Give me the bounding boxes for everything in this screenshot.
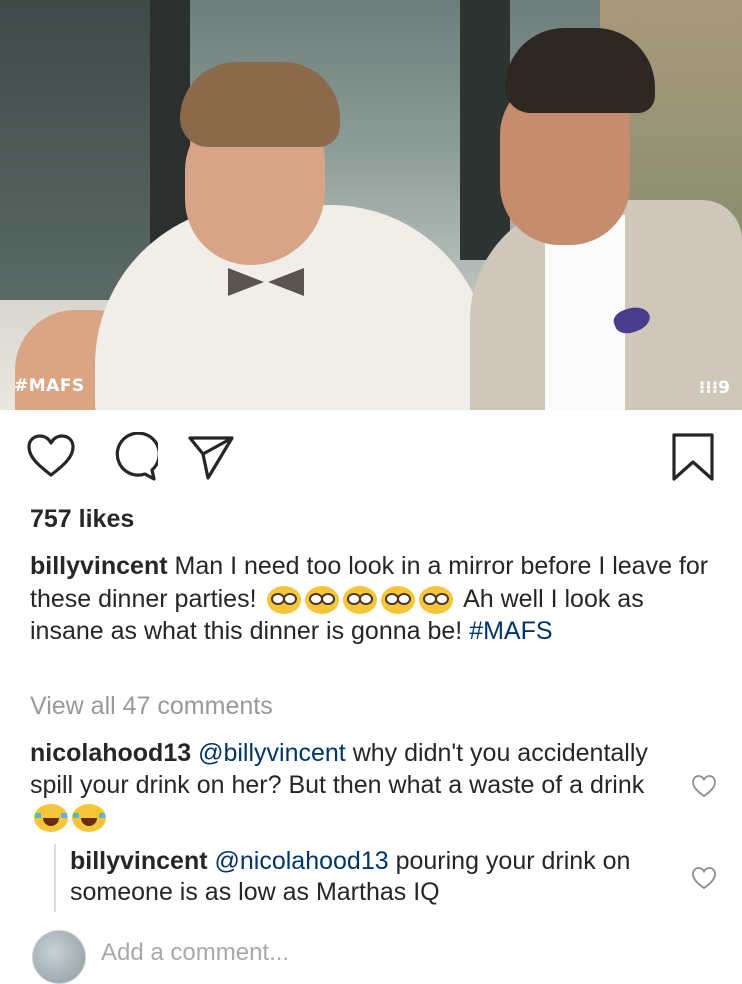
nerd-emoji-group xyxy=(267,585,454,614)
reply-like-heart-icon[interactable] xyxy=(691,866,717,890)
laughing-emoji-group xyxy=(34,804,106,833)
reply-mention[interactable]: @nicolahood13 xyxy=(215,847,389,875)
person-hair xyxy=(180,62,340,147)
network-logo: ⁝⁝⁝9 xyxy=(698,378,730,398)
heart-icon[interactable] xyxy=(26,432,76,482)
comment-item: nicolahood13 @billyvincent why didn't yo… xyxy=(30,737,670,833)
bowtie xyxy=(228,268,264,296)
bookmark-icon[interactable] xyxy=(668,432,718,482)
post-caption: billyvincent Man I need too look in a mi… xyxy=(30,550,710,648)
like-count[interactable]: 757 likes xyxy=(30,505,134,534)
laughing-tears-emoji-icon xyxy=(72,804,106,833)
caption-hashtag[interactable]: #MAFS xyxy=(469,617,552,645)
nerd-face-emoji-icon xyxy=(343,585,378,614)
avatar xyxy=(32,930,86,984)
reply-thread-line xyxy=(54,844,56,912)
laughing-tears-emoji-icon xyxy=(34,804,68,833)
comment-mention[interactable]: @billyvincent xyxy=(198,739,346,767)
action-bar xyxy=(0,432,742,482)
reply-username[interactable]: billyvincent xyxy=(70,847,208,875)
nerd-face-emoji-icon xyxy=(267,585,302,614)
bowtie xyxy=(268,268,304,296)
nerd-face-emoji-icon xyxy=(381,585,416,614)
background-window xyxy=(0,0,150,300)
add-comment-input[interactable]: Add a comment... xyxy=(101,939,289,967)
nerd-face-emoji-icon xyxy=(305,585,340,614)
comment-icon[interactable] xyxy=(108,432,158,482)
share-icon[interactable] xyxy=(186,432,236,482)
nerd-face-emoji-icon xyxy=(419,585,454,614)
comment-username[interactable]: nicolahood13 xyxy=(30,739,191,767)
reply-item: billyvincent @nicolahood13 pouring your … xyxy=(70,846,660,908)
overlay-hashtag: #MAFS xyxy=(14,376,85,396)
add-comment-row[interactable]: Add a comment... xyxy=(0,928,742,984)
person-hair xyxy=(505,28,655,113)
view-all-comments-link[interactable]: View all 47 comments xyxy=(30,692,273,721)
post-image[interactable]: #MAFS ⁝⁝⁝9 xyxy=(0,0,742,410)
comment-like-heart-icon[interactable] xyxy=(691,774,717,798)
caption-username[interactable]: billyvincent xyxy=(30,552,168,580)
